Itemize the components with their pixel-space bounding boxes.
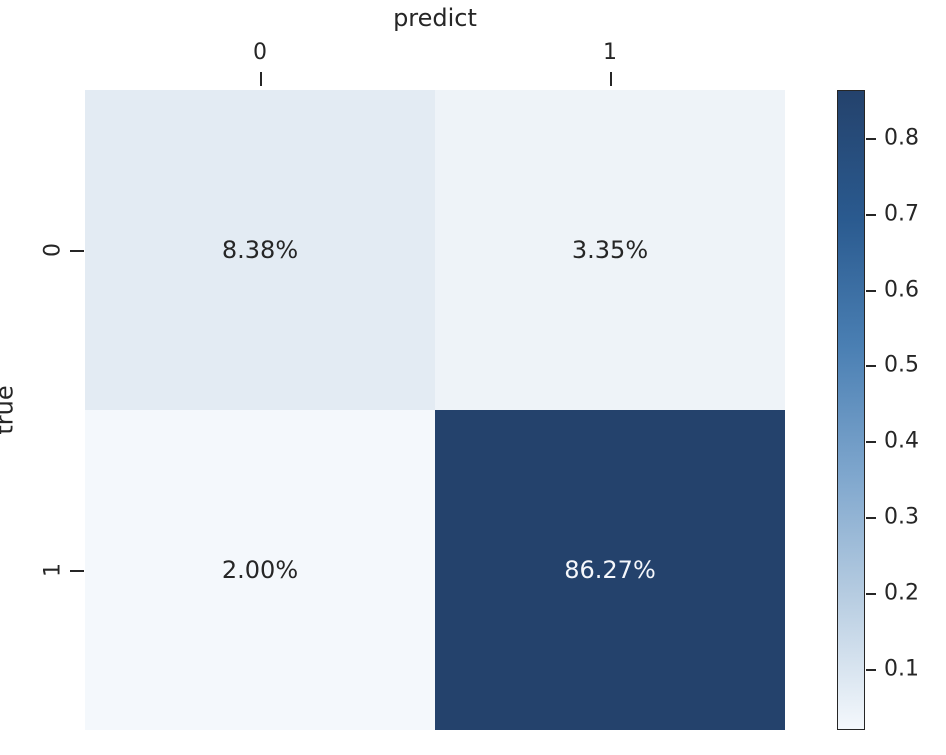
y-axis-label-text: true xyxy=(0,385,19,434)
y-tick-1: 1 xyxy=(38,558,68,583)
colorbar-tick-label: 0.6 xyxy=(884,277,919,302)
cell-true1-pred1: 86.27% xyxy=(435,410,785,730)
colorbar-tick-mark xyxy=(866,214,876,216)
cell-label: 8.38% xyxy=(222,236,298,264)
colorbar-tick-label: 0.2 xyxy=(884,581,919,606)
y-tick-mark-0 xyxy=(70,250,84,252)
cell-true0-pred1: 3.35% xyxy=(435,90,785,410)
y-axis-label: true xyxy=(0,90,20,730)
colorbar-tick-mark xyxy=(866,669,876,671)
colorbar-tick-mark xyxy=(866,365,876,367)
colorbar-tick-mark xyxy=(866,138,876,140)
colorbar-tick-label: 0.5 xyxy=(884,353,919,378)
cell-label: 2.00% xyxy=(222,556,298,584)
colorbar-tick-label: 0.1 xyxy=(884,657,919,682)
colorbar-tick-mark xyxy=(866,441,876,443)
colorbar-tick-label: 0.4 xyxy=(884,429,919,454)
colorbar-tick-label: 0.8 xyxy=(884,125,919,150)
x-tick-0: 0 xyxy=(253,40,267,65)
colorbar-tick-label: 0.3 xyxy=(884,505,919,530)
y-tick-0: 0 xyxy=(38,238,68,263)
colorbar-gradient xyxy=(837,90,865,730)
cell-label: 3.35% xyxy=(572,236,648,264)
cell-true1-pred0: 2.00% xyxy=(85,410,435,730)
y-tick-mark-1 xyxy=(70,570,84,572)
x-axis-label-text: predict xyxy=(393,4,477,32)
confusion-matrix-figure: predict true 0 1 0 1 8.38% 3.35% 2.00% 8… xyxy=(0,0,946,755)
colorbar-tick-mark xyxy=(866,517,876,519)
x-axis-label: predict xyxy=(85,4,785,32)
colorbar-tick-mark xyxy=(866,593,876,595)
x-tick-mark-0 xyxy=(260,72,262,86)
x-tick-mark-1 xyxy=(610,72,612,86)
colorbar xyxy=(837,90,865,730)
colorbar-tick-mark xyxy=(866,290,876,292)
heatmap-grid: 8.38% 3.35% 2.00% 86.27% xyxy=(85,90,785,730)
cell-true0-pred0: 8.38% xyxy=(85,90,435,410)
x-tick-1: 1 xyxy=(603,40,617,65)
colorbar-tick-label: 0.7 xyxy=(884,201,919,226)
cell-label: 86.27% xyxy=(564,556,656,584)
